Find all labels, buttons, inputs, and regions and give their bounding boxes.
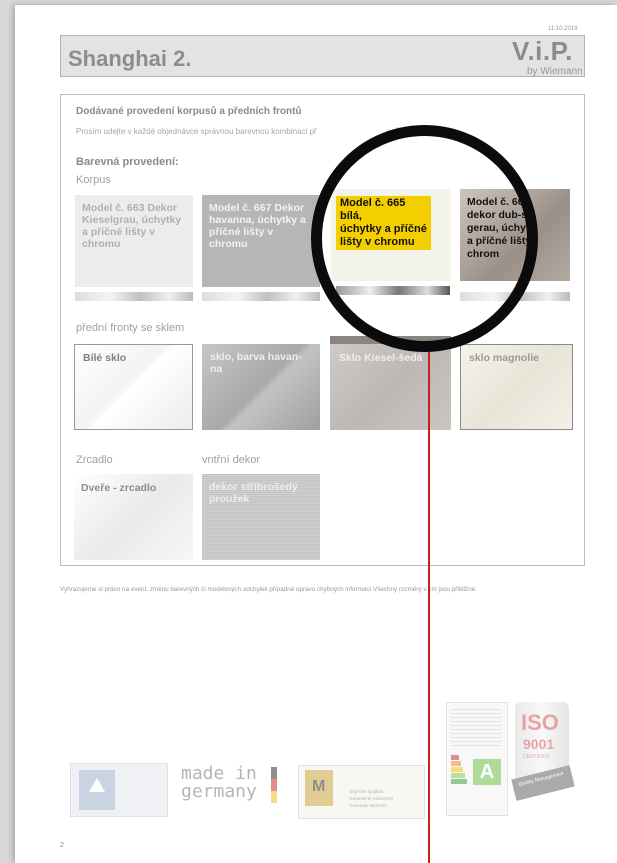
made-in-germany-logo: made in germany — [181, 765, 281, 813]
korpus-swatch-665: Model č. 665 bílá, úchytky a příčné lišt… — [331, 189, 451, 281]
swatch-label: dekor stříbrošedý proužek — [209, 481, 298, 505]
chrome-handle-strip — [75, 292, 193, 301]
inner-decor-label: vntřní dekor — [202, 454, 261, 466]
disclaimer: Vyhrazujeme si právo na event. změnu bar… — [60, 586, 477, 593]
quality-m-icon — [305, 770, 333, 806]
korpus-label: Korpus — [76, 174, 111, 186]
product-title: Shanghai 2. — [68, 46, 192, 71]
front-swatch-magnolie-glass: sklo magnolie — [460, 344, 573, 430]
chrome-handle-strip — [202, 292, 320, 301]
chrome-handle-strip — [336, 286, 450, 295]
tuv-certification-logo — [70, 763, 168, 817]
front-swatch-white-glass: Bílé sklo — [74, 344, 193, 430]
swatch-label: sklo magnolie — [469, 352, 540, 364]
iso-certified-text: CERTIFIED — [523, 754, 550, 760]
front-swatch-havana-glass: sklo, barva havan- na — [202, 344, 320, 430]
iso-9001-logo: ISO 9001 CERTIFIED Quality Management — [511, 702, 575, 812]
german-flag-icon — [271, 767, 277, 803]
warning-triangle-icon — [79, 770, 115, 810]
swatch-label: Model č. 66 dekor dub-s gerau, úchyt a p… — [467, 196, 532, 260]
iso-text: ISO — [521, 710, 559, 735]
iso-number: 9001 — [523, 736, 555, 752]
korpus-swatch-66x: Model č. 66 dekor dub-s gerau, úchyt a p… — [460, 189, 570, 281]
korpus-swatch-667: Model č. 667 Dekor havanna, úchytky a př… — [202, 195, 320, 287]
energy-label-logo: A — [446, 702, 508, 816]
swatch-label: Model č. 663 Dekor Kieselgrau, úchytky a… — [82, 202, 182, 250]
swatch-label: Model č. 667 Dekor havanna, úchytky a př… — [209, 202, 306, 250]
swatch-label: Bílé sklo — [83, 352, 127, 364]
document-date: 11.10.2019 — [548, 26, 578, 32]
chrome-handle-strip — [460, 292, 570, 301]
brand-logo: V.i.P. — [512, 36, 573, 66]
mirror-label: Zrcadlo — [76, 454, 113, 466]
germany-text: germany — [181, 781, 257, 802]
colors-heading: Barevná provedení: — [76, 156, 179, 168]
section-title: Dodávané provedení korpusů a předních fr… — [76, 106, 302, 117]
highlighted-label: Model č. 665 bílá, úchytky a příčné lišt… — [336, 196, 431, 250]
front-swatch-kiesel-glass: Sklo Kiesel-šedá — [330, 344, 451, 430]
inner-decor-swatch: dekor stříbrošedý proužek — [202, 474, 320, 560]
page-number: 2 — [60, 842, 64, 849]
swatch-label: Dveře - zrcadlo — [81, 482, 157, 494]
mirror-swatch: Dveře - zrcadlo — [74, 474, 193, 560]
quality-seal-logo: Geprüfte Qualität Garantierte Sicherheit… — [298, 765, 425, 819]
brand-subtitle: by Wiemann — [527, 66, 583, 77]
korpus-swatch-663: Model č. 663 Dekor Kieselgrau, úchytky a… — [75, 195, 193, 287]
swatch-label: sklo, barva havan- na — [210, 351, 302, 375]
fronts-label: přední fronty se sklem — [76, 322, 185, 334]
energy-class-badge: A — [473, 759, 501, 785]
pointer-line — [428, 347, 430, 863]
swatch-label: Sklo Kiesel-šedá — [339, 352, 423, 364]
section-note: Prosím udejte v každé objednávce správno… — [76, 127, 402, 136]
